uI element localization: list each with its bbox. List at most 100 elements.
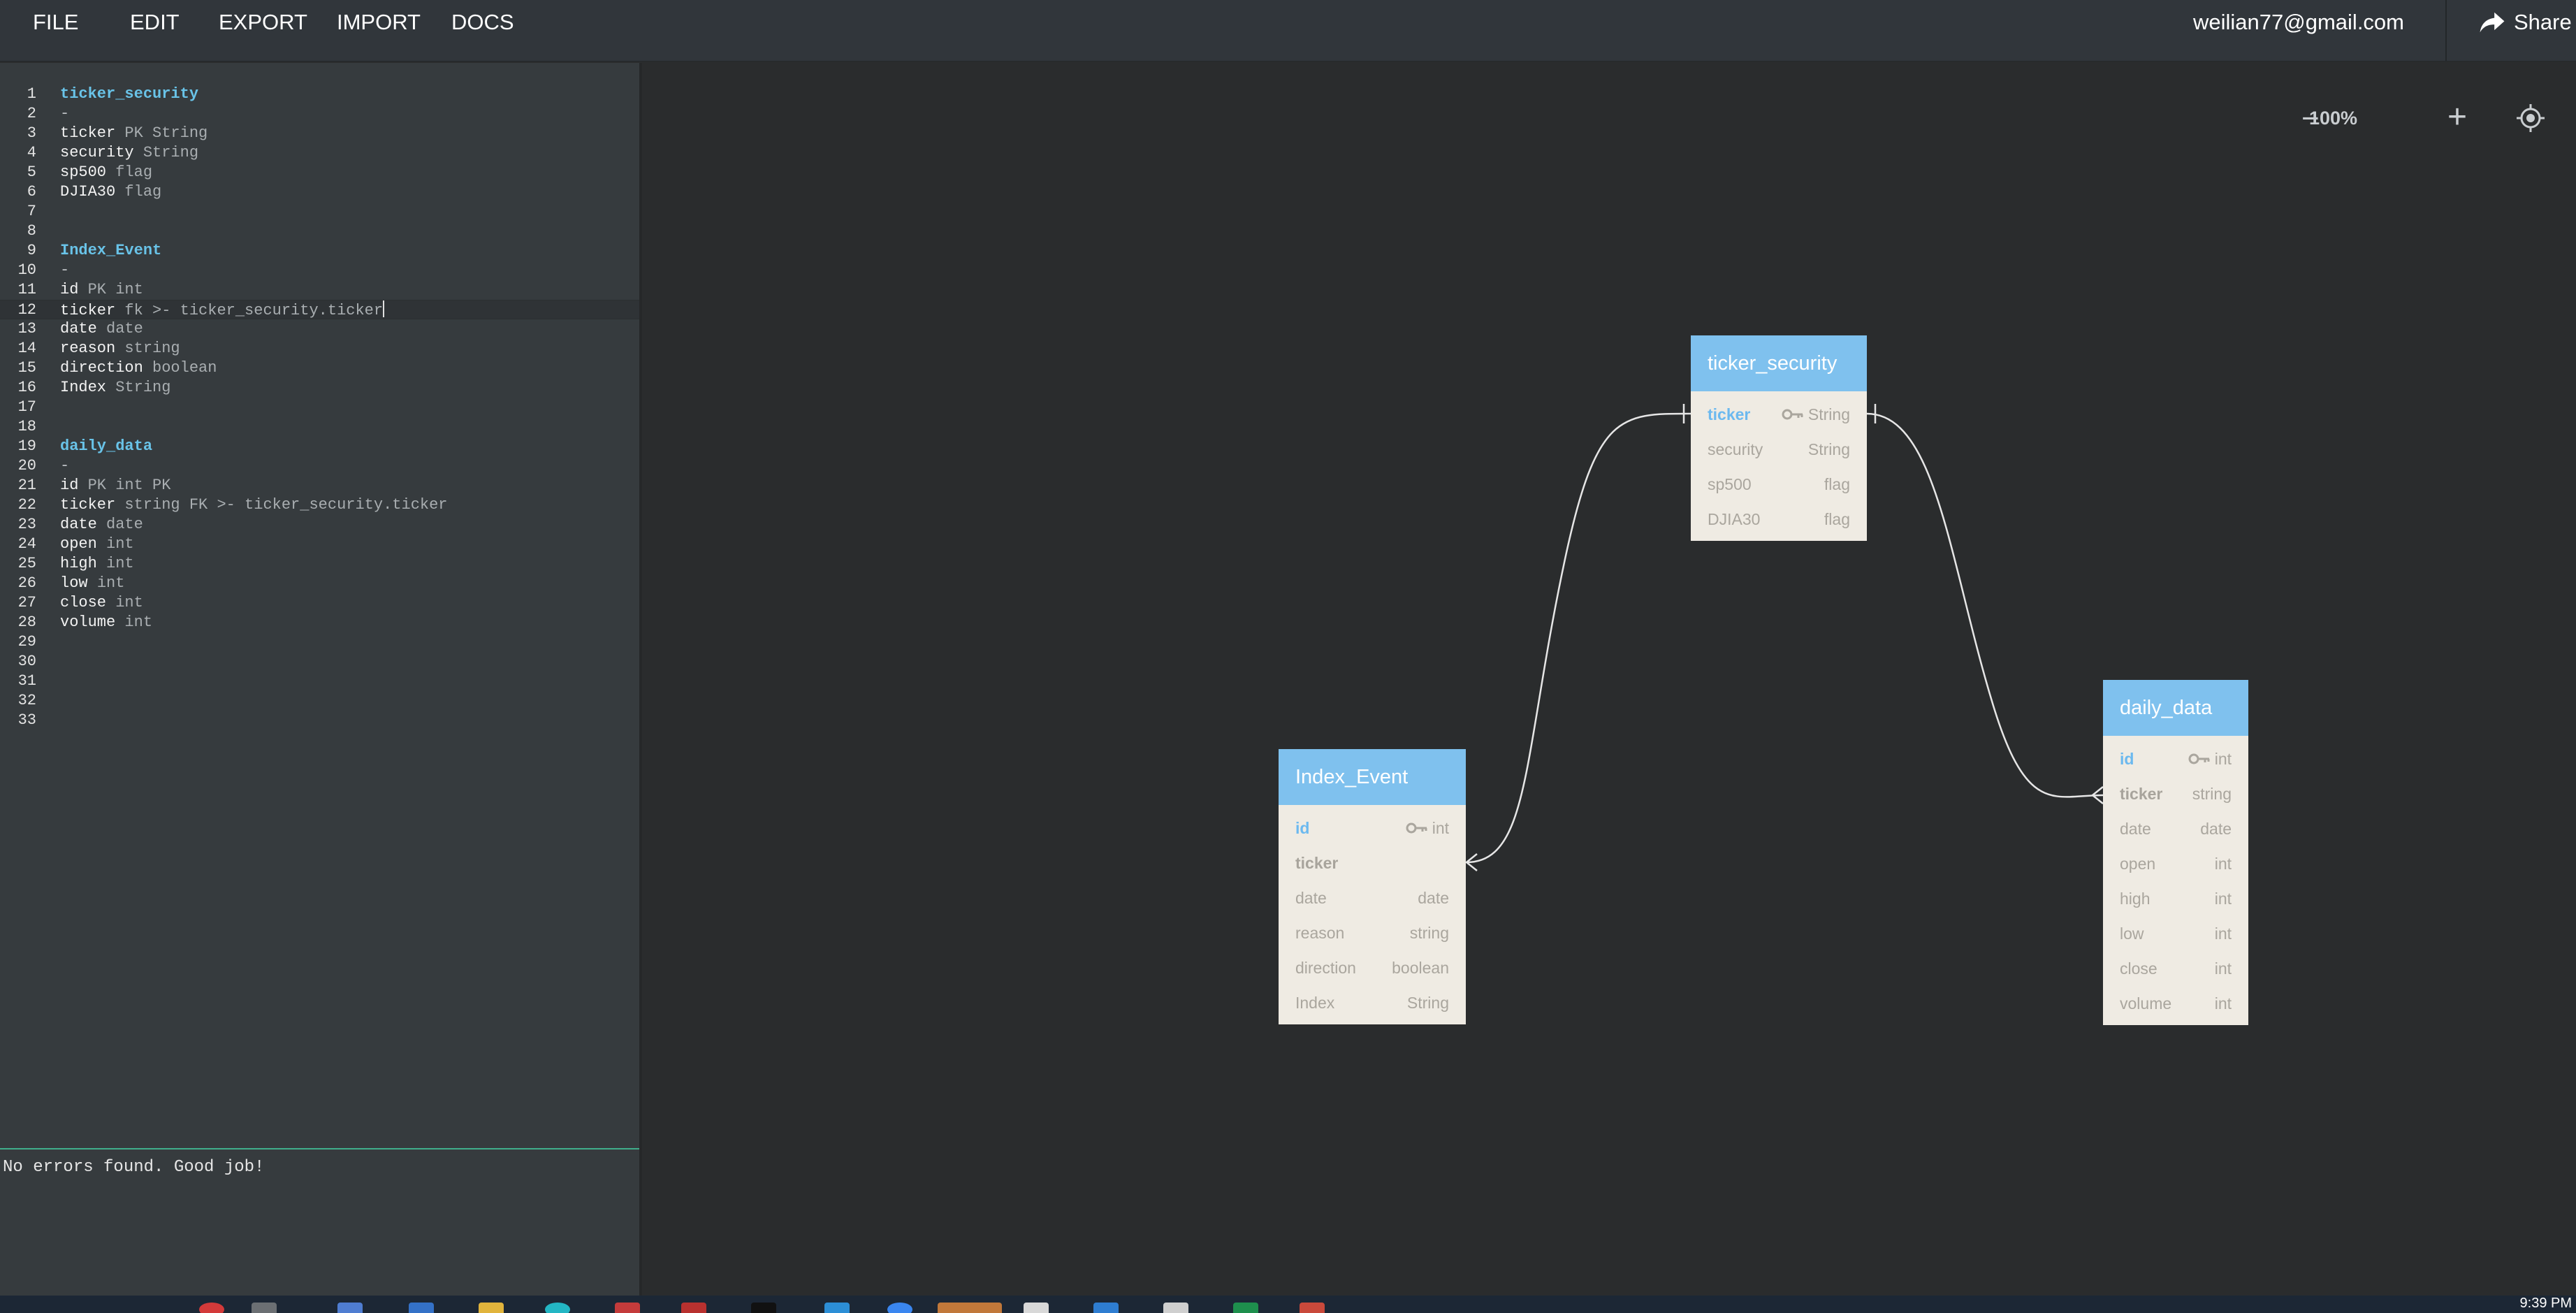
field-type-cell: date: [2200, 811, 2232, 846]
table-row[interactable]: date date: [1279, 880, 1466, 915]
field-type: int: [2214, 924, 2232, 943]
editor-line[interactable]: 33: [0, 711, 639, 730]
code-token: date: [60, 516, 107, 533]
taskbar-app-icon[interactable]: [751, 1303, 776, 1313]
code-token: date: [106, 516, 143, 533]
taskbar-app-icon[interactable]: [252, 1303, 277, 1313]
taskbar-app-icon[interactable]: [1300, 1303, 1325, 1313]
table-row[interactable]: reason string: [1279, 915, 1466, 950]
taskbar-app-icon[interactable]: [938, 1303, 1002, 1313]
locate-icon[interactable]: [2516, 103, 2545, 133]
table-row[interactable]: open int: [2103, 846, 2248, 881]
editor-line[interactable]: 15 direction boolean: [0, 358, 639, 378]
taskbar-app-icon[interactable]: [887, 1303, 912, 1313]
editor-line[interactable]: 14 reason string: [0, 339, 639, 358]
editor-line[interactable]: 29: [0, 632, 639, 652]
line-number: 12: [17, 301, 36, 319]
menu-edit[interactable]: EDIT: [130, 10, 180, 35]
editor-line[interactable]: 10 -: [0, 261, 639, 280]
editor-line[interactable]: 12 ticker fk >- ticker_security.ticker: [0, 300, 639, 319]
schema-editor[interactable]: 1 ticker_security 2-3 ticker PK String 4 secu…: [0, 63, 639, 1149]
editor-line[interactable]: 30: [0, 652, 639, 672]
editor-line[interactable]: 26 low int: [0, 574, 639, 593]
editor-line[interactable]: 7: [0, 202, 639, 222]
editor-line[interactable]: 3 ticker PK String: [0, 124, 639, 143]
editor-line[interactable]: 20 -: [0, 456, 639, 476]
editor-line[interactable]: 9 Index_Event: [0, 241, 639, 261]
share-button[interactable]: Share: [2479, 10, 2572, 35]
editor-line[interactable]: 17: [0, 398, 639, 417]
table-row[interactable]: volume int: [2103, 986, 2248, 1021]
editor-line[interactable]: 25 high int: [0, 554, 639, 574]
table-daily-data[interactable]: daily_dataid int ticker string date date open i…: [2103, 680, 2248, 1025]
user-email[interactable]: weilian77@gmail.com: [2193, 10, 2404, 35]
editor-line[interactable]: 16 Index String: [0, 378, 639, 398]
taskbar-app-icon[interactable]: [479, 1303, 504, 1313]
field-name: reason: [1295, 924, 1345, 942]
editor-line[interactable]: 5 sp500 flag: [0, 163, 639, 182]
table-index-event[interactable]: Index_Event id int ticker date date reason stri…: [1279, 749, 1466, 1024]
menu-import[interactable]: IMPORT: [337, 10, 421, 35]
editor-line[interactable]: 24 open int: [0, 535, 639, 554]
editor-line[interactable]: 22 ticker string FK >- ticker_security.ti…: [0, 495, 639, 515]
editor-line[interactable]: 32: [0, 691, 639, 711]
editor-line[interactable]: 19 daily_data: [0, 437, 639, 456]
taskbar-app-icon[interactable]: [824, 1303, 850, 1313]
table-row[interactable]: ticker: [1279, 846, 1466, 880]
editor-line[interactable]: 13 date date: [0, 319, 639, 339]
menu-export[interactable]: EXPORT: [219, 10, 307, 35]
table-header[interactable]: ticker_security: [1691, 335, 1867, 391]
table-header[interactable]: Index_Event: [1279, 749, 1466, 805]
menu-file[interactable]: FILE: [33, 10, 78, 35]
editor-line[interactable]: 18: [0, 417, 639, 437]
line-code: ticker_security: [60, 85, 198, 104]
editor-line[interactable]: 27 close int: [0, 593, 639, 613]
table-row[interactable]: low int: [2103, 916, 2248, 951]
zoom-in-button[interactable]: +: [2447, 101, 2467, 134]
line-number: 2: [27, 105, 36, 122]
line-number: 33: [17, 711, 36, 729]
taskbar-app-icon[interactable]: [1093, 1303, 1119, 1313]
taskbar-app-icon[interactable]: [199, 1303, 224, 1313]
editor-line[interactable]: 11 id PK int: [0, 280, 639, 300]
menu-docs[interactable]: DOCS: [451, 10, 514, 35]
editor-line[interactable]: 31: [0, 672, 639, 691]
table-row[interactable]: security String: [1691, 432, 1867, 467]
taskbar-app-icon[interactable]: [1233, 1303, 1258, 1313]
table-row[interactable]: date date: [2103, 811, 2248, 846]
table-row[interactable]: id int: [2103, 741, 2248, 776]
editor-line[interactable]: 28 volume int: [0, 613, 639, 632]
editor-line[interactable]: 4 security String: [0, 143, 639, 163]
table-row[interactable]: ticker string: [2103, 776, 2248, 811]
taskbar-app-icon[interactable]: [1024, 1303, 1049, 1313]
editor-line[interactable]: 1 ticker_security: [0, 85, 639, 104]
taskbar-app-icon[interactable]: [681, 1303, 706, 1313]
table-header[interactable]: daily_data: [2103, 680, 2248, 736]
taskbar-app-icon[interactable]: [615, 1303, 640, 1313]
taskbar-app-icon[interactable]: [337, 1303, 363, 1313]
editor-line[interactable]: 21 id PK int PK: [0, 476, 639, 495]
diagram-canvas[interactable]: [642, 63, 2576, 1296]
editor-line[interactable]: 6 DJIA30 flag: [0, 182, 639, 202]
table-row[interactable]: DJIA30 flag: [1691, 502, 1867, 537]
field-name: security: [1708, 440, 1763, 458]
table-row[interactable]: Index String: [1279, 985, 1466, 1020]
taskbar-app-icon[interactable]: [545, 1303, 570, 1313]
table-row[interactable]: sp500 flag: [1691, 467, 1867, 502]
field-type: string: [2192, 785, 2232, 803]
taskbar-app-icon[interactable]: [409, 1303, 434, 1313]
table-row[interactable]: ticker String: [1691, 397, 1867, 432]
code-token: PK int PK: [87, 477, 171, 494]
taskbar-app-icon[interactable]: [1163, 1303, 1188, 1313]
editor-line[interactable]: 23 date date: [0, 515, 639, 535]
editor-line[interactable]: 2-: [0, 104, 639, 124]
table-body: id int ticker date date reason string direction…: [1279, 805, 1466, 1024]
table-ticker-security[interactable]: ticker_security ticker String security Strin…: [1691, 335, 1867, 541]
table-row[interactable]: close int: [2103, 951, 2248, 986]
table-row[interactable]: direction boolean: [1279, 950, 1466, 985]
taskbar-clock[interactable]: 9:39 PM: [2520, 1296, 2572, 1311]
table-row[interactable]: id int: [1279, 811, 1466, 846]
code-token: open: [60, 535, 107, 553]
table-row[interactable]: high int: [2103, 881, 2248, 916]
editor-line[interactable]: 8: [0, 222, 639, 241]
